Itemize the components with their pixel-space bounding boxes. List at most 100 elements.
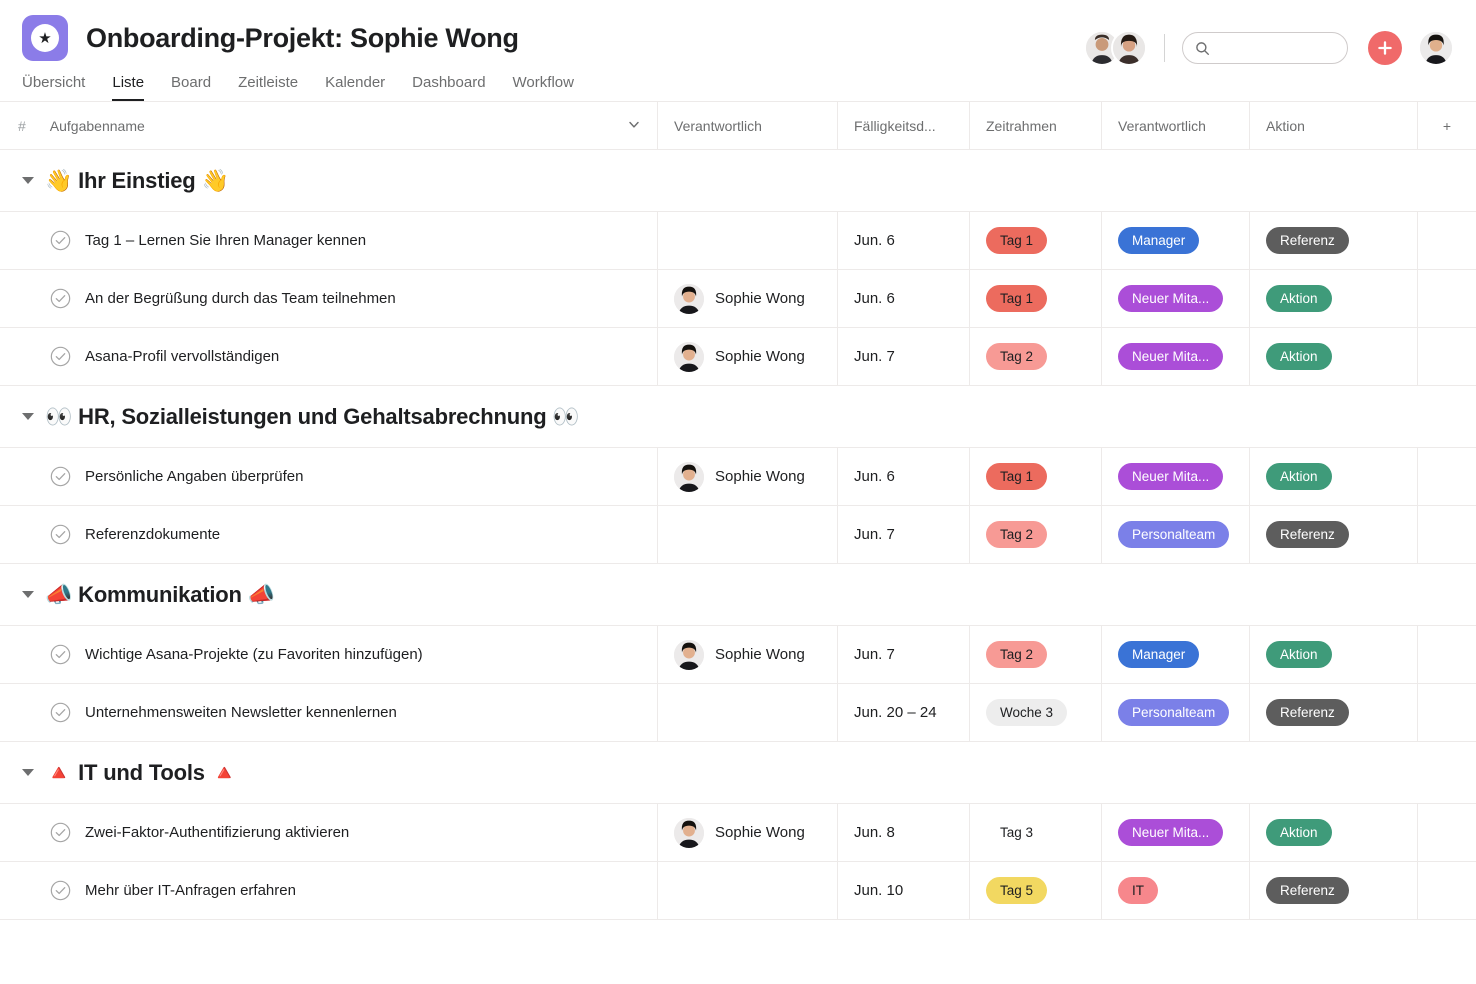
task-action-cell[interactable]: Aktion — [1250, 328, 1418, 385]
collapse-section-icon[interactable] — [22, 591, 34, 598]
tab-workflow[interactable]: Workflow — [513, 75, 574, 101]
avatar[interactable] — [674, 342, 704, 372]
timeframe-badge[interactable]: Tag 1 — [986, 463, 1047, 490]
search-box[interactable] — [1182, 32, 1348, 64]
column-header-assignee[interactable]: Verantwortlich — [658, 102, 838, 149]
task-assignee-cell[interactable]: Sophie Wong — [658, 626, 838, 683]
tab--bersicht[interactable]: Übersicht — [22, 75, 85, 101]
task-due-date-cell[interactable]: Jun. 6 — [838, 212, 970, 269]
task-name-cell[interactable]: Wichtige Asana-Projekte (zu Favoriten hi… — [0, 626, 658, 683]
task-due-date-cell[interactable]: Jun. 6 — [838, 448, 970, 505]
task-responsible-cell[interactable]: Neuer Mita... — [1102, 804, 1250, 861]
add-button[interactable] — [1368, 31, 1402, 65]
task-name-cell[interactable]: Asana-Profil vervollständigen — [0, 328, 658, 385]
avatar[interactable] — [674, 640, 704, 670]
task-timeframe-cell[interactable]: Tag 2 — [970, 626, 1102, 683]
timeframe-badge[interactable]: Tag 1 — [986, 227, 1047, 254]
table-row[interactable]: Unternehmensweiten Newsletter kennenlern… — [0, 684, 1476, 742]
action-badge[interactable]: Referenz — [1266, 521, 1349, 548]
column-header-timeframe[interactable]: Zeitrahmen — [970, 102, 1102, 149]
column-header-name[interactable]: # Aufgabenname — [0, 102, 658, 149]
responsible-badge[interactable]: Neuer Mita... — [1118, 343, 1223, 370]
task-action-cell[interactable]: Aktion — [1250, 448, 1418, 505]
responsible-badge[interactable]: Neuer Mita... — [1118, 285, 1223, 312]
task-responsible-cell[interactable]: Neuer Mita... — [1102, 448, 1250, 505]
task-timeframe-cell[interactable]: Tag 3 — [970, 804, 1102, 861]
timeframe-badge[interactable]: Tag 2 — [986, 641, 1047, 668]
table-row[interactable]: Wichtige Asana-Projekte (zu Favoriten hi… — [0, 626, 1476, 684]
task-assignee-cell[interactable]: Sophie Wong — [658, 804, 838, 861]
task-responsible-cell[interactable]: Personalteam — [1102, 506, 1250, 563]
task-action-cell[interactable]: Aktion — [1250, 270, 1418, 327]
action-badge[interactable]: Aktion — [1266, 463, 1332, 490]
task-responsible-cell[interactable]: Personalteam — [1102, 684, 1250, 741]
task-action-cell[interactable]: Aktion — [1250, 804, 1418, 861]
responsible-badge[interactable]: Neuer Mita... — [1118, 819, 1223, 846]
task-assignee-cell[interactable] — [658, 212, 838, 269]
action-badge[interactable]: Referenz — [1266, 877, 1349, 904]
responsible-badge[interactable]: Personalteam — [1118, 521, 1229, 548]
tab-zeitleiste[interactable]: Zeitleiste — [238, 75, 298, 101]
timeframe-badge[interactable]: Tag 2 — [986, 521, 1047, 548]
task-complete-icon[interactable] — [50, 346, 71, 367]
task-complete-icon[interactable] — [50, 524, 71, 545]
column-header-responsible[interactable]: Verantwortlich — [1102, 102, 1250, 149]
task-assignee-cell[interactable] — [658, 862, 838, 919]
task-responsible-cell[interactable]: Manager — [1102, 626, 1250, 683]
task-assignee-cell[interactable]: Sophie Wong — [658, 448, 838, 505]
table-row[interactable]: Asana-Profil vervollständigenSophie Wong… — [0, 328, 1476, 386]
responsible-badge[interactable]: Manager — [1118, 641, 1199, 668]
tab-liste[interactable]: Liste — [112, 75, 144, 101]
responsible-badge[interactable]: Neuer Mita... — [1118, 463, 1223, 490]
responsible-badge[interactable]: Manager — [1118, 227, 1199, 254]
current-user-avatar[interactable] — [1418, 30, 1454, 66]
action-badge[interactable]: Referenz — [1266, 227, 1349, 254]
tab-board[interactable]: Board — [171, 75, 211, 101]
task-assignee-cell[interactable] — [658, 684, 838, 741]
task-complete-icon[interactable] — [50, 702, 71, 723]
task-name-cell[interactable]: An der Begrüßung durch das Team teilnehm… — [0, 270, 658, 327]
task-action-cell[interactable]: Referenz — [1250, 506, 1418, 563]
avatar[interactable] — [674, 462, 704, 492]
task-timeframe-cell[interactable]: Tag 1 — [970, 448, 1102, 505]
task-action-cell[interactable]: Aktion — [1250, 626, 1418, 683]
task-responsible-cell[interactable]: Manager — [1102, 212, 1250, 269]
collapse-section-icon[interactable] — [22, 769, 34, 776]
avatar[interactable] — [674, 284, 704, 314]
table-row[interactable]: Persönliche Angaben überprüfenSophie Won… — [0, 448, 1476, 506]
chevron-down-icon[interactable] — [627, 117, 641, 134]
task-name-cell[interactable]: Mehr über IT-Anfragen erfahren — [0, 862, 658, 919]
section-header[interactable]: 👋 Ihr Einstieg 👋 — [0, 150, 1476, 212]
task-assignee-cell[interactable]: Sophie Wong — [658, 328, 838, 385]
action-badge[interactable]: Aktion — [1266, 285, 1332, 312]
task-due-date-cell[interactable]: Jun. 7 — [838, 506, 970, 563]
task-complete-icon[interactable] — [50, 230, 71, 251]
add-column-button[interactable]: + — [1418, 102, 1476, 149]
task-timeframe-cell[interactable]: Tag 1 — [970, 270, 1102, 327]
column-header-action[interactable]: Aktion — [1250, 102, 1418, 149]
task-action-cell[interactable]: Referenz — [1250, 212, 1418, 269]
task-timeframe-cell[interactable]: Tag 1 — [970, 212, 1102, 269]
task-responsible-cell[interactable]: IT — [1102, 862, 1250, 919]
section-header[interactable]: 📣 Kommunikation 📣 — [0, 564, 1476, 626]
responsible-badge[interactable]: IT — [1118, 877, 1158, 904]
task-timeframe-cell[interactable]: Tag 5 — [970, 862, 1102, 919]
task-name-cell[interactable]: Referenzdokumente — [0, 506, 658, 563]
task-assignee-cell[interactable]: Sophie Wong — [658, 270, 838, 327]
action-badge[interactable]: Aktion — [1266, 641, 1332, 668]
task-due-date-cell[interactable]: Jun. 7 — [838, 626, 970, 683]
tab-kalender[interactable]: Kalender — [325, 75, 385, 101]
timeframe-badge[interactable]: Woche 3 — [986, 699, 1067, 726]
collapse-section-icon[interactable] — [22, 413, 34, 420]
task-due-date-cell[interactable]: Jun. 10 — [838, 862, 970, 919]
task-timeframe-cell[interactable]: Woche 3 — [970, 684, 1102, 741]
task-name-cell[interactable]: Unternehmensweiten Newsletter kennenlern… — [0, 684, 658, 741]
timeframe-badge[interactable]: Tag 3 — [986, 819, 1047, 846]
section-header[interactable]: 👀 HR, Sozialleistungen und Gehaltsabrech… — [0, 386, 1476, 448]
task-name-cell[interactable]: Zwei-Faktor-Authentifizierung aktivieren — [0, 804, 658, 861]
member-avatar-2[interactable] — [1111, 30, 1147, 66]
action-badge[interactable]: Aktion — [1266, 819, 1332, 846]
task-due-date-cell[interactable]: Jun. 6 — [838, 270, 970, 327]
table-row[interactable]: Referenzdokumente Jun. 7 Tag 2 Personalteam… — [0, 506, 1476, 564]
responsible-badge[interactable]: Personalteam — [1118, 699, 1229, 726]
